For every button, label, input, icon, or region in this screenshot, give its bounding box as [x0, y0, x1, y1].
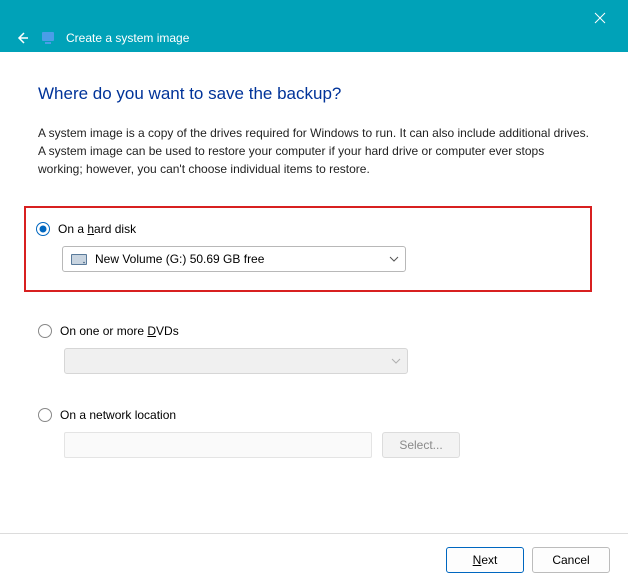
next-button[interactable]: Next — [446, 547, 524, 573]
option-hard-disk-group: On a hard disk New Volume (G:) 50.69 GB … — [26, 208, 590, 290]
cancel-button[interactable]: Cancel — [532, 547, 610, 573]
option-dvds-group: On one or more DVDs — [38, 324, 590, 374]
network-path-input — [64, 432, 372, 458]
app-icon — [40, 30, 56, 46]
page-heading: Where do you want to save the backup? — [38, 84, 590, 104]
back-arrow-icon — [14, 30, 30, 46]
titlebar: Create a system image — [0, 0, 628, 52]
radio-network-label: On a network location — [60, 408, 176, 422]
window-title: Create a system image — [66, 31, 189, 45]
hard-disk-dropdown[interactable]: New Volume (G:) 50.69 GB free — [62, 246, 406, 272]
radio-hard-disk[interactable] — [36, 222, 50, 236]
close-icon — [594, 12, 606, 24]
wizard-content: Where do you want to save the backup? A … — [0, 52, 628, 458]
radio-hard-disk-label: On a hard disk — [58, 222, 136, 236]
page-description: A system image is a copy of the drives r… — [38, 124, 590, 178]
radio-network[interactable] — [38, 408, 52, 422]
selected-drive-text: New Volume (G:) 50.69 GB free — [95, 252, 264, 266]
option-network-group: On a network location Select... — [38, 408, 590, 458]
close-button[interactable] — [584, 6, 616, 30]
drive-icon — [71, 254, 87, 265]
back-button[interactable] — [14, 30, 30, 46]
radio-dvds-label: On one or more DVDs — [60, 324, 179, 338]
chevron-down-icon — [391, 358, 401, 364]
chevron-down-icon — [389, 256, 399, 262]
radio-dvds[interactable] — [38, 324, 52, 338]
dvds-dropdown — [64, 348, 408, 374]
wizard-footer: Next Cancel — [0, 533, 628, 585]
select-network-button: Select... — [382, 432, 460, 458]
